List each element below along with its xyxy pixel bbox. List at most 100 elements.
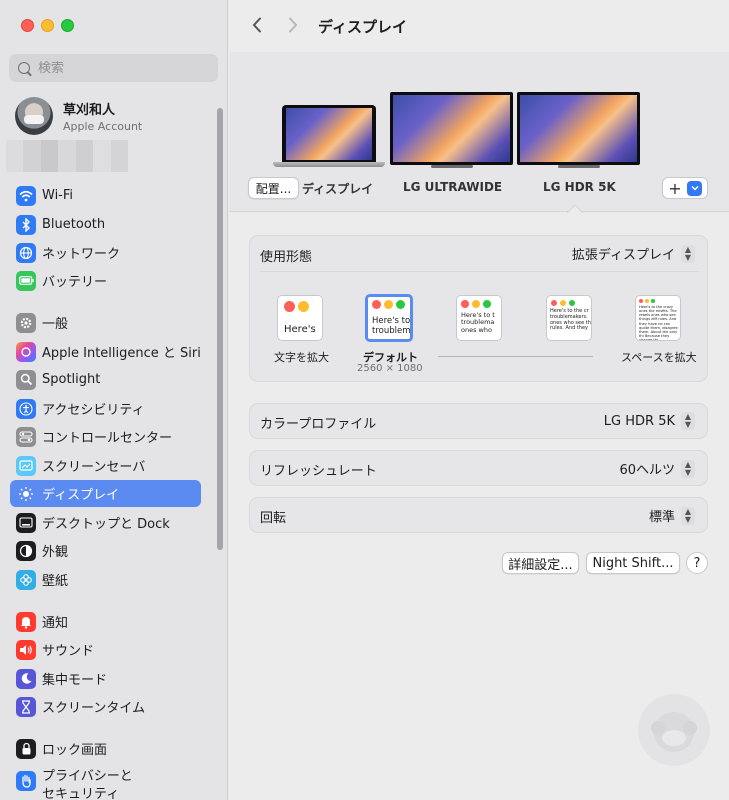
rotation-popup[interactable]: 標準 ▲ ▼ bbox=[649, 506, 695, 525]
sidebar-item-apple-intelligence[interactable]: Apple Intelligence と Siri bbox=[10, 338, 201, 365]
color-profile-popup[interactable]: LG HDR 5K ▲ ▼ bbox=[604, 412, 695, 430]
forward-button[interactable] bbox=[283, 15, 303, 35]
usage-popup[interactable]: 拡張ディスプレイ ▲ ▼ bbox=[572, 244, 695, 263]
sidebar-item-label: 集中モード bbox=[42, 673, 108, 688]
resolution-option-larger[interactable]: Here's bbox=[277, 295, 323, 341]
display-label-builtin: ディスプレイ bbox=[302, 182, 374, 196]
sidebar-item-focus[interactable]: 集中モード bbox=[10, 665, 201, 692]
resolution-option-3[interactable]: Here's to t troublema ones who bbox=[456, 295, 502, 341]
usage-label: 使用形態 bbox=[260, 250, 313, 265]
sidebar-item-label: 通知 bbox=[42, 616, 69, 631]
laptop-base bbox=[273, 162, 385, 167]
sidebar-item-label: プライバシーと bbox=[42, 769, 133, 784]
ultrawide-stand bbox=[431, 165, 473, 168]
hourglass-icon bbox=[16, 696, 36, 717]
sidebar-item-spotlight[interactable]: Spotlight bbox=[10, 366, 201, 393]
wallpaper-icon bbox=[16, 569, 36, 590]
display-arrangement: 配置... ディスプレイ LG ULTRAWIDE LG HDR 5K + bbox=[229, 52, 729, 212]
account-name: 草刈和人 bbox=[63, 103, 116, 118]
sidebar-item-sound[interactable]: サウンド bbox=[10, 636, 201, 663]
sidebar-item-label: Bluetooth bbox=[42, 217, 106, 232]
search-field[interactable] bbox=[9, 54, 218, 82]
divider bbox=[260, 271, 699, 272]
sidebar-item-network[interactable]: ネットワーク bbox=[10, 239, 201, 266]
rotation-label: 回転 bbox=[260, 511, 287, 526]
moon-icon bbox=[16, 668, 36, 689]
sidebar-item-label: コントロールセンター bbox=[42, 431, 173, 446]
sidebar-item-label: デスクトップと Dock bbox=[42, 517, 170, 532]
dock-icon bbox=[16, 512, 36, 533]
sidebar-item-bluetooth[interactable]: Bluetooth bbox=[10, 211, 201, 238]
watermark-logo bbox=[638, 694, 710, 766]
refresh-rate-popup[interactable]: 60ヘルツ ▲ ▼ bbox=[619, 459, 695, 478]
apple-account[interactable]: 草刈和人 Apple Account bbox=[15, 96, 215, 136]
search-input[interactable] bbox=[38, 60, 198, 76]
sidebar-item-appearance[interactable]: 外観 bbox=[10, 537, 201, 564]
laptop-screen bbox=[286, 108, 372, 160]
sun-icon bbox=[16, 484, 36, 504]
resolution-caption-more-space: スペースを拡大 bbox=[621, 351, 697, 364]
plus-icon: + bbox=[668, 178, 682, 198]
updown-chevron-icon: ▲ ▼ bbox=[681, 506, 695, 525]
display-label-hdr5k: LG HDR 5K bbox=[543, 180, 616, 194]
sidebar-item-label: 一般 bbox=[42, 317, 69, 332]
sidebar-item-screen-time[interactable]: スクリーンタイム bbox=[10, 693, 201, 720]
advanced-button[interactable]: 詳細設定... bbox=[502, 552, 579, 574]
close-window-button[interactable] bbox=[21, 19, 34, 32]
account-subtitle: Apple Account bbox=[63, 120, 143, 133]
toolbar: ディスプレイ bbox=[229, 0, 729, 52]
sidebar-item-general[interactable]: 一般 bbox=[10, 309, 201, 336]
chevron-down-icon bbox=[687, 180, 702, 196]
rotation-row: 回転 標準 ▲ ▼ bbox=[249, 497, 708, 533]
resolution-option-default[interactable]: Here's to troublem bbox=[365, 294, 413, 342]
sidebar-item-wallpaper[interactable]: 壁紙 bbox=[10, 566, 201, 593]
globe-icon bbox=[16, 242, 36, 263]
sidebar-item-displays[interactable]: ディスプレイ bbox=[10, 480, 201, 507]
color-profile-row: カラープロファイル LG HDR 5K ▲ ▼ bbox=[249, 403, 708, 439]
resolution-size: 2560 × 1080 bbox=[357, 363, 423, 374]
siri-icon bbox=[16, 341, 36, 362]
chevron-right-icon bbox=[289, 17, 298, 33]
sidebar-item-label: Spotlight bbox=[42, 372, 101, 387]
page-title: ディスプレイ bbox=[318, 18, 407, 36]
hdr5k-screen bbox=[520, 95, 637, 162]
sidebar-scrollbar[interactable] bbox=[217, 108, 223, 550]
resolution-sample-text: Here's to troublem bbox=[372, 316, 411, 336]
sidebar-item-notifications[interactable]: 通知 bbox=[10, 608, 201, 635]
sidebar-item-label: スクリーンセーバ bbox=[42, 460, 146, 475]
resolution-sample-text: Here's to the crazy ones the misfits. Th… bbox=[639, 305, 678, 341]
bell-icon bbox=[16, 611, 36, 632]
back-button[interactable] bbox=[247, 15, 267, 35]
appearance-icon bbox=[16, 540, 36, 561]
arrange-button[interactable]: 配置... bbox=[248, 177, 299, 199]
sidebar-item-wifi[interactable]: Wi-Fi bbox=[10, 182, 201, 209]
sidebar-item-battery[interactable]: バッテリー bbox=[10, 267, 201, 294]
night-shift-button[interactable]: Night Shift... bbox=[586, 552, 680, 574]
minimize-window-button[interactable] bbox=[41, 19, 54, 32]
sidebar-item-label-line2: セキュリティ bbox=[42, 787, 120, 800]
search-icon bbox=[18, 62, 30, 74]
zoom-window-button[interactable] bbox=[61, 19, 74, 32]
resolution-option-4[interactable]: Here's to the cr troublemakers. ones who… bbox=[546, 295, 592, 341]
resolution-option-more-space[interactable]: Here's to the crazy ones the misfits. Th… bbox=[635, 295, 681, 341]
help-button[interactable]: ? bbox=[686, 552, 708, 574]
sidebar-item-privacy-security[interactable]: プライバシーと セキュリティ bbox=[10, 764, 201, 800]
sidebar-item-label: 外観 bbox=[42, 545, 69, 560]
sidebar-item-screensaver[interactable]: スクリーンセーバ bbox=[10, 452, 201, 479]
sidebar-item-lock-screen[interactable]: ロック画面 bbox=[10, 735, 201, 762]
hdr5k-stand bbox=[558, 165, 600, 168]
sidebar-item-label: ロック画面 bbox=[42, 743, 108, 758]
redacted-area bbox=[6, 140, 128, 172]
add-display-popup[interactable]: + bbox=[662, 177, 708, 199]
main-pane: ディスプレイ 配置... ディスプレイ LG ULTRAWIDE LG HDR … bbox=[229, 0, 729, 800]
sidebar-item-label: サウンド bbox=[42, 644, 95, 659]
speaker-icon bbox=[16, 639, 36, 660]
sidebar-item-desktop-dock[interactable]: デスクトップと Dock bbox=[10, 509, 201, 536]
color-profile-value: LG HDR 5K bbox=[603, 413, 675, 429]
display-label-ultrawide: LG ULTRAWIDE bbox=[403, 180, 503, 194]
sidebar-item-label: スクリーンタイム bbox=[42, 701, 146, 716]
sidebar-item-accessibility[interactable]: アクセシビリティ bbox=[10, 395, 201, 422]
battery-icon bbox=[16, 270, 36, 291]
sidebar-item-control-center[interactable]: コントロールセンター bbox=[10, 423, 201, 450]
sidebar-item-label: 壁紙 bbox=[42, 574, 69, 589]
